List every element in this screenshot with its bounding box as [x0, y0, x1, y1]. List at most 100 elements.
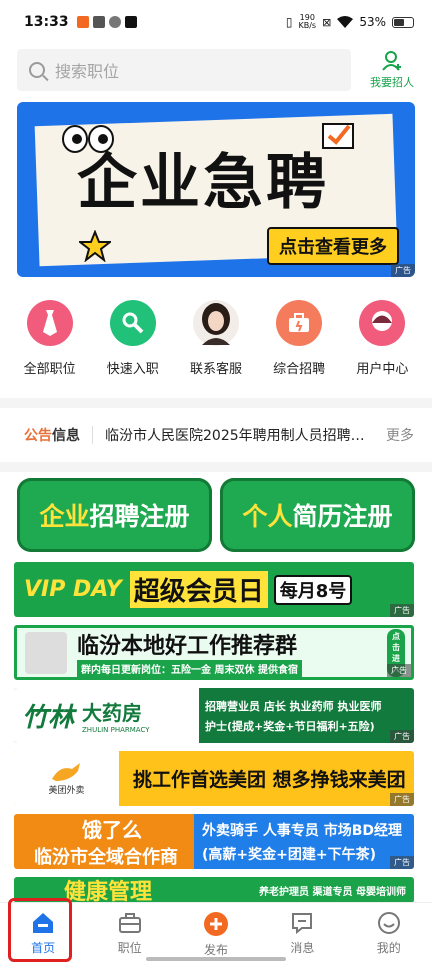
menu-user-center[interactable]: 用户中心 — [342, 300, 422, 390]
ad-text: 挑工作首选美团 想多挣钱来美团 — [133, 769, 406, 791]
menu-all-jobs[interactable]: 全部职位 — [10, 300, 90, 390]
notice-more-link[interactable]: 更多 — [386, 425, 414, 445]
search-icon — [29, 62, 45, 78]
tie-icon — [26, 300, 73, 346]
search-row: 搜索职位 我要招人 — [0, 44, 432, 96]
ad-banner-eleme[interactable]: 饿了么 临汾市全域合作商 外卖骑手 人事专员 市场BD经理 (高薪+奖金+团建+… — [14, 814, 414, 869]
notice-tag: 公告信息 — [24, 425, 80, 445]
status-right: ▯ 190 KB/s ⊠ 53% — [286, 14, 414, 30]
ad-text: 临汾本地好工作推荐群 — [77, 634, 298, 659]
smile-icon — [377, 912, 400, 934]
hero-banner[interactable]: 企业急聘 点击查看更多 广告 — [17, 102, 415, 277]
status-bar: 13:33 ▯ 190 KB/s ⊠ 53% — [0, 0, 432, 44]
ad-text: ZHULIN PHARMACY — [82, 726, 150, 734]
star-icon — [79, 230, 111, 262]
app-notification-icon — [76, 16, 89, 28]
notice-tag-rest: 信息 — [52, 428, 80, 444]
divider — [92, 426, 93, 444]
avatar-icon — [192, 300, 239, 346]
menu-quick-onboarding[interactable]: 快速入职 — [93, 300, 173, 390]
divider — [0, 398, 432, 408]
quick-menu: 全部职位 快速入职 联系客服 综合招聘 用户中心 — [0, 300, 432, 390]
net-speed-unit: KB/s — [298, 21, 317, 30]
ad-text: 饿了么 — [82, 818, 142, 842]
gesture-bar[interactable] — [146, 957, 286, 961]
home-highlight-box — [8, 898, 72, 962]
ad-text: 大药房 — [82, 701, 143, 725]
add-icon — [203, 912, 228, 936]
wifi-icon — [337, 16, 354, 28]
user-icon — [359, 300, 406, 346]
nav-label: 职位 — [117, 941, 142, 955]
ad-badge: 广告 — [390, 730, 414, 743]
wrench-icon — [109, 300, 156, 346]
ad-banner-job-group[interactable]: 临汾本地好工作推荐群 群内每日更新岗位：五险一金 周末双休 提供食宿 点击进入 … — [14, 625, 414, 680]
recruit-label: 我要招人 — [370, 76, 414, 89]
nav-label: 发布 — [203, 943, 228, 957]
menu-label: 全部职位 — [23, 362, 76, 377]
status-app-icons — [76, 16, 137, 28]
menu-label: 用户中心 — [356, 362, 409, 377]
notice-bar[interactable]: 公告信息 临汾市人民医院2025年聘用制人员招聘公告 更多 — [0, 410, 432, 460]
nav-label: 我的 — [376, 941, 401, 955]
ad-text: 招聘营业员 店长 执业药师 执业医师 — [205, 699, 382, 713]
app-notification-icon — [108, 16, 121, 28]
ad-text-block: 临汾本地好工作推荐群 群内每日更新岗位：五险一金 周末双休 提供食宿 — [77, 628, 302, 677]
banner-cta[interactable]: 点击查看更多 — [267, 227, 399, 265]
register-label: 简历注册 — [292, 502, 393, 531]
kangaroo-icon — [51, 763, 80, 781]
battery-icon — [392, 16, 414, 28]
ad-text-block: 外卖骑手 人事专员 市场BD经理 (高薪+奖金+团建+下午茶) — [194, 814, 414, 869]
vibrate-icon: ▯ — [285, 15, 293, 29]
app-notification-icon — [92, 16, 105, 28]
recruit-button[interactable]: 我要招人 — [366, 50, 418, 90]
nav-messages[interactable]: 消息 — [272, 911, 332, 956]
ad-text: 外卖骑手 人事专员 市场BD经理 — [202, 822, 403, 839]
ad-text: 群内每日更新岗位：五险一金 周末双休 提供食宿 — [77, 660, 302, 677]
menu-label: 综合招聘 — [273, 362, 326, 377]
ad-logo-block: 美团外卖 — [14, 751, 119, 806]
ad-text: 每月8号 — [273, 574, 353, 605]
message-icon — [292, 913, 313, 935]
nav-jobs[interactable]: 职位 — [100, 911, 160, 956]
ad-text: 美团外卖 — [48, 786, 85, 796]
ad-badge: 广告 — [390, 793, 414, 806]
ad-text: 竹林 — [22, 703, 75, 733]
ad-logo-text: 大药房 ZHULIN PHARMACY — [82, 697, 150, 734]
battery-percent: 53% — [359, 15, 386, 29]
group-avatar-icon — [25, 631, 67, 674]
status-time: 13:33 — [24, 14, 69, 30]
company-register-button[interactable]: 企业 招聘注册 — [17, 478, 212, 552]
nav-profile[interactable]: 我的 — [359, 911, 419, 956]
menu-contact-service[interactable]: 联系客服 — [176, 300, 256, 390]
search-input[interactable]: 搜索职位 — [17, 49, 351, 91]
notice-text[interactable]: 临汾市人民医院2025年聘用制人员招聘公告 — [105, 425, 371, 445]
menu-label: 联系客服 — [189, 362, 242, 377]
ad-banner-pharmacy[interactable]: 竹林 大药房 ZHULIN PHARMACY 招聘营业员 店长 执业药师 执业医… — [14, 688, 414, 743]
ad-banner-meituan[interactable]: 美团外卖 挑工作首选美团 想多挣钱来美团 广告 — [14, 751, 414, 806]
ad-text-block: 招聘营业员 店长 执业药师 执业医师 护士(提成+奖金+节日福利+五险) — [205, 698, 382, 734]
ad-text: (高薪+奖金+团建+下午茶) — [202, 846, 376, 863]
menu-label: 快速入职 — [106, 362, 159, 377]
menu-general-recruit[interactable]: 综合招聘 — [259, 300, 339, 390]
ad-banner-vip[interactable]: VIP DAY 超级会员日 每月8号 广告 — [14, 562, 414, 617]
ad-badge: 广告 — [390, 604, 414, 617]
ad-text: VIP DAY — [24, 577, 122, 602]
briefcase-icon — [276, 300, 323, 346]
notice-tag-accent: 公告 — [24, 428, 52, 444]
ad-text: 健康管理 — [64, 880, 153, 903]
search-placeholder: 搜索职位 — [55, 62, 120, 81]
ad-logo-block: 竹林 大药房 ZHULIN PHARMACY — [14, 688, 199, 743]
personal-register-button[interactable]: 个人 简历注册 — [220, 478, 415, 552]
nav-label: 消息 — [290, 941, 315, 955]
tiktok-icon — [124, 16, 137, 28]
register-highlight: 企业 — [39, 502, 90, 531]
banner-title: 企业急聘 — [77, 148, 329, 218]
add-user-icon — [382, 51, 401, 71]
ad-logo-block: 饿了么 临汾市全域合作商 — [14, 814, 194, 869]
ad-banner-health[interactable]: 健康管理 养老护理员 渠道专员 母婴培训师 — [14, 877, 414, 903]
briefcase-icon — [118, 913, 141, 933]
nav-post[interactable]: 发布 — [186, 911, 246, 958]
divider — [0, 462, 432, 472]
ad-text: 护士(提成+奖金+节日福利+五险) — [205, 719, 375, 733]
